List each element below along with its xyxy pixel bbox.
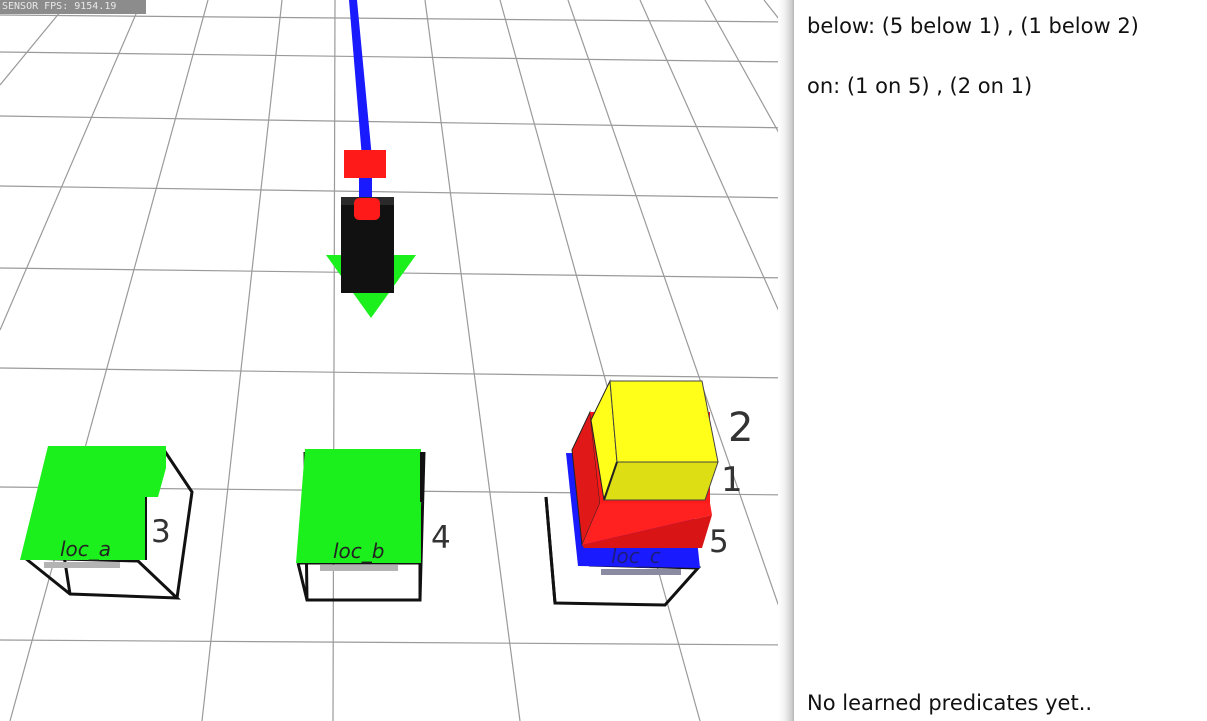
- location-a: loc_a 3: [20, 446, 194, 600]
- block-2: [590, 379, 719, 501]
- location-b: loc_b 4: [296, 449, 451, 602]
- sensor-fps-readout: SENSOR FPS: 9154.19: [0, 0, 146, 14]
- 3d-viewport[interactable]: loc_a 3 loc_b 4 loc_c 5 1 2 SENSOR FPS: …: [0, 0, 794, 721]
- below-predicates: below: (5 below 1) , (1 below 2): [807, 14, 1139, 38]
- location-a-label: loc_a: [60, 537, 111, 561]
- block-number-3: 3: [151, 514, 171, 550]
- location-c: loc_c 5 1 2: [544, 379, 753, 607]
- block-number-2: 2: [728, 405, 753, 451]
- ground-grid: [0, 0, 794, 721]
- block-number-4: 4: [431, 520, 451, 556]
- location-b-label: loc_b: [333, 539, 384, 563]
- gripper-joint: [354, 198, 380, 220]
- block-number-1: 1: [721, 460, 743, 500]
- on-predicates: on: (1 on 5) , (2 on 1): [807, 74, 1033, 98]
- predicates-panel: below: (5 below 1) , (1 below 2) on: (1 …: [794, 0, 1207, 721]
- learned-predicates-status: No learned predicates yet..: [807, 691, 1093, 715]
- arm-wrist: [359, 178, 372, 200]
- robot-arm: [326, 0, 416, 318]
- arm-link: [349, 0, 372, 158]
- panel-divider[interactable]: [778, 0, 794, 721]
- block-number-5: 5: [709, 524, 729, 560]
- arm-joint: [344, 150, 386, 178]
- scene-canvas: loc_a 3 loc_b 4 loc_c 5 1 2: [0, 0, 794, 721]
